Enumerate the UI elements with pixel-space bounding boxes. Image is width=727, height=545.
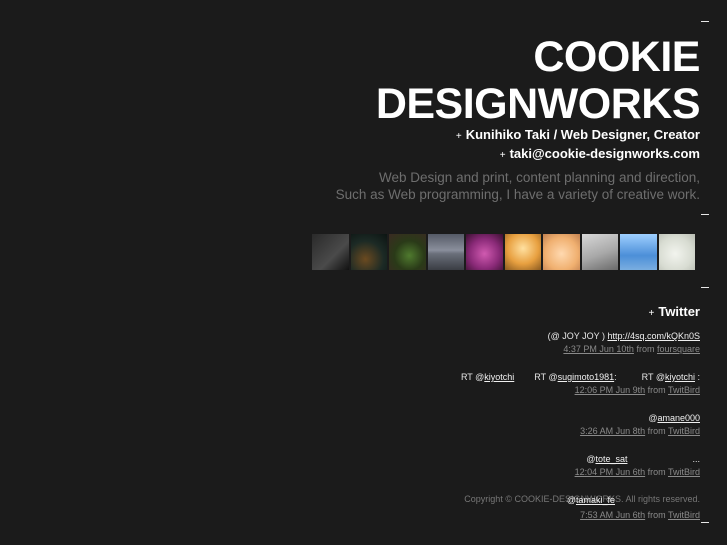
tweet-text: @ bbox=[566, 495, 576, 505]
tweet-from: from bbox=[647, 510, 666, 520]
subtitle-text: Kunihiko Taki / Web Designer, Creator bbox=[465, 127, 700, 142]
tweet-source[interactable]: TwitBird bbox=[668, 385, 700, 395]
thumbnail-3[interactable] bbox=[389, 234, 426, 270]
tweet-meta: 7:53 AM Jun 6th from TwitBird bbox=[580, 510, 700, 520]
plus-icon: + bbox=[455, 131, 462, 142]
tweet-link[interactable]: http://4sq.com/kQKn0S bbox=[607, 331, 700, 341]
tweet-text: RT @ bbox=[514, 372, 558, 382]
tweet-time[interactable]: 12:04 PM Jun 6th bbox=[575, 467, 646, 477]
tweet: @tote_sat ... 12:04 PM Jun 6th from Twit… bbox=[575, 454, 700, 477]
tweet: RT @kiyotchi RT @sugimoto1981: RT @kiyot… bbox=[461, 372, 700, 395]
thumbnail-6[interactable] bbox=[504, 234, 541, 270]
mention-link[interactable]: kiyotchi bbox=[665, 372, 695, 382]
tweet-source[interactable]: TwitBird bbox=[668, 467, 700, 477]
plus-icon: + bbox=[648, 308, 655, 319]
tweet-text: (@ JOY JOY ) bbox=[547, 331, 608, 341]
tweet-from: from bbox=[647, 467, 666, 477]
email-text: taki@cookie-designworks.com bbox=[509, 146, 700, 161]
tweet: (@ JOY JOY ) http://4sq.com/kQKn0S 4:37 … bbox=[548, 331, 700, 354]
mention-link[interactable]: kiyotchi bbox=[484, 372, 514, 382]
tweet-text: : RT @ bbox=[614, 372, 665, 382]
tweet-source[interactable]: foursquare bbox=[657, 344, 700, 354]
thumbnail-1[interactable] bbox=[312, 234, 349, 270]
tweet-time[interactable]: 7:53 AM Jun 6th bbox=[580, 510, 645, 520]
subtitle: + Kunihiko Taki / Web Designer, Creator bbox=[456, 127, 700, 142]
tweet-time[interactable]: 3:26 AM Jun 8th bbox=[580, 426, 645, 436]
site-title[interactable]: COOKIE DESIGNWORKS bbox=[375, 33, 701, 128]
portfolio-thumbnails bbox=[312, 234, 695, 270]
tweet: @amane000 3:26 AM Jun 8th from TwitBird bbox=[580, 413, 700, 436]
divider-dash bbox=[701, 21, 709, 22]
tweet: @tamaki_fe bbox=[567, 495, 615, 505]
divider-dash bbox=[701, 214, 709, 215]
divider-dash bbox=[701, 287, 709, 288]
tweet-text: RT @ bbox=[460, 372, 485, 382]
thumbnail-5[interactable] bbox=[466, 234, 503, 270]
mention-link[interactable]: tamaki_fe bbox=[576, 495, 615, 505]
thumbnail-10[interactable] bbox=[658, 234, 695, 270]
thumbnail-9[interactable] bbox=[620, 234, 657, 270]
description-line1: Web Design and print, content planning a… bbox=[379, 170, 700, 185]
tweet-time[interactable]: 4:37 PM Jun 10th bbox=[563, 344, 634, 354]
mention-link[interactable]: tote_sat bbox=[595, 454, 627, 464]
tweet-text: ... bbox=[627, 454, 700, 464]
tweet-from: from bbox=[636, 344, 655, 354]
thumbnail-4[interactable] bbox=[427, 234, 464, 270]
tweet-text: : bbox=[694, 372, 700, 382]
thumbnail-7[interactable] bbox=[543, 234, 580, 270]
site-title-line1: COOKIE bbox=[533, 33, 700, 81]
thumbnail-8[interactable] bbox=[581, 234, 618, 270]
tweet-source[interactable]: TwitBird bbox=[668, 426, 700, 436]
email-link[interactable]: + taki@cookie-designworks.com bbox=[500, 146, 700, 161]
mention-link[interactable]: sugimoto1981 bbox=[558, 372, 615, 382]
tweet-source[interactable]: TwitBird bbox=[668, 510, 700, 520]
tweet-from: from bbox=[647, 426, 666, 436]
site-title-line2: DESIGNWORKS bbox=[375, 80, 701, 128]
twitter-heading: + Twitter bbox=[649, 304, 701, 319]
twitter-heading-text: Twitter bbox=[658, 304, 700, 319]
plus-icon: + bbox=[499, 150, 506, 161]
description-line2: Such as Web programming, I have a variet… bbox=[335, 187, 700, 202]
thumbnail-2[interactable] bbox=[350, 234, 387, 270]
tweet-time[interactable]: 12:06 PM Jun 9th bbox=[575, 385, 646, 395]
divider-dash bbox=[701, 522, 709, 523]
mention-link[interactable]: amane000 bbox=[657, 413, 700, 423]
tweet-from: from bbox=[647, 385, 666, 395]
